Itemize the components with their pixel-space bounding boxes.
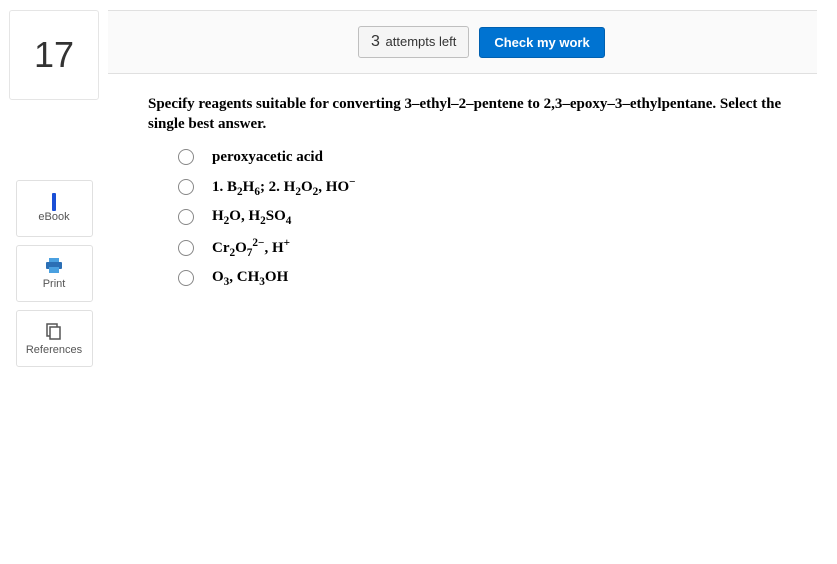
print-label: Print — [43, 278, 66, 290]
ebook-label: eBook — [38, 211, 69, 223]
radio-button[interactable] — [178, 149, 194, 165]
question-number: 17 — [9, 10, 99, 100]
print-button[interactable]: Print — [16, 245, 93, 302]
attempts-text: attempts left — [386, 34, 457, 49]
radio-button[interactable] — [178, 209, 194, 225]
option-label: H2O, H2SO4 — [212, 208, 291, 227]
print-icon — [45, 258, 63, 274]
ebook-button[interactable]: eBook — [16, 180, 93, 237]
radio-button[interactable] — [178, 179, 194, 195]
check-my-work-button[interactable]: Check my work — [479, 27, 604, 58]
option-label: Cr2O72−, H+ — [212, 237, 290, 259]
radio-button[interactable] — [178, 270, 194, 286]
option-label: 1. B2H6; 2. H2O2, HO− — [212, 176, 356, 198]
option-row[interactable]: O3, CH3OH — [178, 269, 807, 288]
option-row[interactable]: peroxyacetic acid — [178, 149, 807, 166]
ebook-icon — [52, 195, 56, 207]
references-button[interactable]: References — [16, 310, 93, 367]
question-prompt: Specify reagents suitable for converting… — [148, 94, 807, 135]
option-row[interactable]: 1. B2H6; 2. H2O2, HO− — [178, 176, 807, 198]
attempts-left-box: 3 attempts left — [358, 26, 469, 58]
option-label: O3, CH3OH — [212, 269, 288, 288]
radio-button[interactable] — [178, 240, 194, 256]
toolbar: 3 attempts left Check my work — [108, 10, 817, 74]
attempts-count: 3 — [371, 33, 380, 50]
references-label: References — [26, 344, 82, 356]
references-icon — [45, 322, 63, 340]
option-row[interactable]: Cr2O72−, H+ — [178, 237, 807, 259]
option-row[interactable]: H2O, H2SO4 — [178, 208, 807, 227]
option-label: peroxyacetic acid — [212, 149, 323, 166]
options-list: peroxyacetic acid 1. B2H6; 2. H2O2, HO− H2… — [178, 149, 807, 288]
